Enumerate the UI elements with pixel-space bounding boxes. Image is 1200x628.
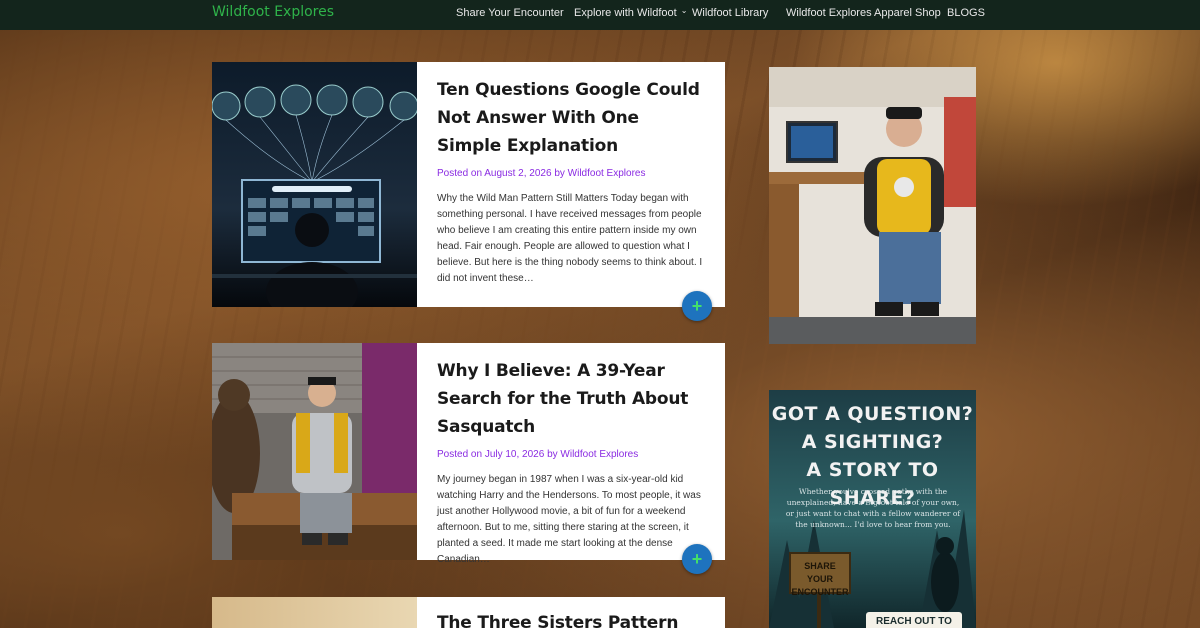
post-body: The Three Sisters Pattern: [437, 597, 707, 628]
nav-item-explore-with-wildfoot[interactable]: Explore with Wildfoot ⌄: [574, 6, 688, 19]
nav-item-share-encounter[interactable]: Share Your Encounter: [456, 7, 564, 19]
share-encounter-sign: SHARE YOUR ENCOUNTER: [789, 552, 851, 597]
post-body: Ten Questions Google Could Not Answer Wi…: [437, 62, 707, 287]
ad-headline-line: A SIGHTING?: [801, 431, 944, 453]
post-body: Why I Believe: A 39-Year Search for the …: [437, 343, 707, 568]
post-thumbnail-author-bench[interactable]: [212, 343, 417, 560]
nav-item-apparel-shop[interactable]: Wildfoot Explores Apparel Shop: [786, 7, 941, 19]
author-photo: [769, 67, 976, 344]
nav-item-blogs[interactable]: BLOGS: [947, 7, 985, 19]
post-excerpt: Why the Wild Man Pattern Still Matters T…: [437, 193, 703, 284]
nav-item-label: Explore with Wildfoot: [574, 7, 677, 19]
read-more-plus-button[interactable]: +: [682, 291, 712, 321]
main-nav: Share Your Encounter Explore with Wildfo…: [0, 6, 1200, 23]
post-excerpt: My journey began in 1987 when I was a si…: [437, 474, 701, 565]
ad-headline-line: GOT A QUESTION?: [771, 403, 974, 425]
read-more-plus-button[interactable]: +: [682, 544, 712, 574]
post-card: Ten Questions Google Could Not Answer Wi…: [212, 62, 725, 321]
ad-subtext: Whether you've crossed paths with the un…: [785, 487, 961, 529]
chevron-down-icon: ⌄: [680, 6, 688, 15]
post-meta[interactable]: Posted on July 10, 2026 by Wildfoot Expl…: [437, 449, 707, 460]
post-meta[interactable]: Posted on August 2, 2026 by Wildfoot Exp…: [437, 168, 707, 179]
post-title-link[interactable]: The Three Sisters Pattern: [437, 609, 707, 628]
top-nav-bar: Wildfoot Explores Share Your Encounter E…: [0, 0, 1200, 30]
post-card: Why I Believe: A 39-Year Search for the …: [212, 343, 725, 574]
post-title-link[interactable]: Ten Questions Google Could Not Answer Wi…: [437, 76, 707, 160]
post-thumbnail[interactable]: [212, 597, 417, 628]
post-title-link[interactable]: Why I Believe: A 39-Year Search for the …: [437, 357, 707, 441]
nav-item-wildfoot-library[interactable]: Wildfoot Library: [692, 7, 768, 19]
post-thumbnail-ai-search[interactable]: [212, 62, 417, 307]
contact-ad-banner[interactable]: GOT A QUESTION? A SIGHTING? A STORY TO S…: [769, 390, 976, 628]
reach-out-button[interactable]: REACH OUT TO: [866, 612, 962, 628]
post-card: The Three Sisters Pattern: [212, 597, 725, 628]
